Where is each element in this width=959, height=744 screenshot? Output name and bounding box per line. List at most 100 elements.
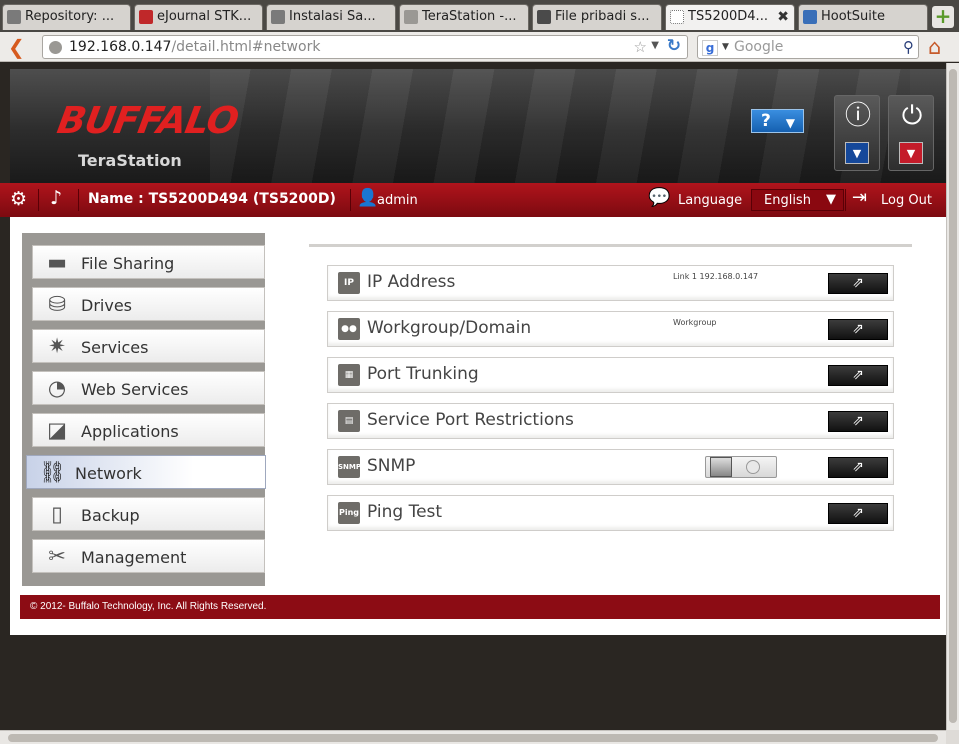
info-dropdown-button[interactable]: ▼: [845, 142, 869, 164]
sidebar-item-applications[interactable]: ◪ Applications: [32, 413, 265, 447]
row-label: Port Trunking: [367, 364, 479, 384]
tab-label: Instalasi Sa...: [289, 9, 376, 24]
power-panel[interactable]: ⏻ ▼: [888, 95, 934, 171]
copyright-text: © 2012- Buffalo Technology, Inc. All Rig…: [30, 601, 267, 612]
reload-icon[interactable]: ↻: [667, 36, 681, 56]
help-button[interactable]: ? ▼: [751, 109, 804, 133]
toolbar-divider: [350, 189, 351, 211]
url-bar[interactable]: 192.168.0.147/detail.html#network ☆ ▼ ↻: [42, 35, 688, 59]
folder-icon: ▬: [47, 250, 67, 274]
sidebar-item-label: Network: [75, 464, 142, 483]
row-info: Link 1 192.168.0.147: [673, 272, 759, 281]
services-icon: ✷: [48, 334, 66, 358]
management-icon: ✂: [48, 544, 66, 568]
network-row-snmp: SNMP SNMP ⇗: [327, 449, 894, 485]
sidebar-item-web-services[interactable]: ◔ Web Services: [32, 371, 265, 405]
sidebar-item-backup[interactable]: ▯ Backup: [32, 497, 265, 531]
snmp-icon: SNMP: [338, 456, 361, 478]
globe-icon: [49, 41, 62, 54]
page-favicon-icon: [7, 10, 21, 24]
horizontal-scrollbar[interactable]: [0, 730, 946, 744]
browser-nav-bar: ❮ 192.168.0.147/detail.html#network ☆ ▼ …: [0, 32, 959, 62]
url-dropdown-icon[interactable]: ▼: [651, 40, 659, 51]
open-workgroup-domain-button[interactable]: ⇗: [828, 319, 888, 340]
scrollbar-thumb[interactable]: [8, 734, 938, 742]
back-arrow-icon[interactable]: ❮: [8, 35, 25, 59]
info-icon[interactable]: ⓘ: [844, 102, 872, 130]
power-dropdown-button[interactable]: ▼: [899, 142, 923, 164]
tab-label: Repository: ...: [25, 9, 115, 24]
music-note-icon[interactable]: ♪: [50, 187, 62, 209]
network-row-workgroup-domain: ●● Workgroup/Domain Workgroup ⇗: [327, 311, 894, 347]
browser-tab-ejournal[interactable]: eJournal STK...: [134, 4, 263, 30]
applications-icon: ◪: [47, 418, 67, 442]
info-panel[interactable]: ⓘ ▼: [834, 95, 880, 171]
network-row-port-trunking: ▦ Port Trunking ⇗: [327, 357, 894, 393]
service-port-icon: ▤: [338, 410, 360, 432]
help-icon: ?: [761, 111, 771, 131]
workgroup-icon: ●●: [338, 318, 360, 340]
language-select[interactable]: English ▼: [751, 189, 844, 211]
sidebar-item-drives[interactable]: ⛁ Drives: [32, 287, 265, 321]
sidebar-item-label: Management: [81, 548, 187, 567]
vertical-scrollbar[interactable]: [946, 63, 959, 730]
language-value: English: [764, 193, 811, 208]
gear-icon[interactable]: ⚙: [10, 188, 27, 210]
url-path: /detail.html#network: [171, 39, 321, 55]
browser-tab-instalasi[interactable]: Instalasi Sa...: [266, 4, 396, 30]
open-port-trunking-button[interactable]: ⇗: [828, 365, 888, 386]
browser-tab-hootsuite[interactable]: HootSuite: [798, 4, 928, 30]
search-engine-dropdown-icon[interactable]: ▼: [722, 42, 729, 52]
chevron-down-icon: ▼: [826, 192, 836, 207]
google-icon[interactable]: g: [702, 40, 718, 56]
search-input[interactable]: Google: [734, 39, 783, 55]
chevron-down-icon: ▼: [785, 116, 795, 130]
sidebar-item-network[interactable]: ⛓ Network: [26, 455, 266, 489]
user-icon: 👤: [357, 188, 379, 208]
browser-tab-file-pribadi[interactable]: File pribadi s...: [532, 4, 662, 30]
logout-icon[interactable]: ⇥: [852, 187, 867, 208]
browser-tab-ts5200d4[interactable]: TS5200D4... ✖: [665, 4, 795, 30]
toggle-knob[interactable]: [710, 457, 732, 477]
sidebar-item-label: Backup: [81, 506, 140, 525]
open-ip-address-button[interactable]: ⇗: [828, 273, 888, 294]
browser-tab-terastation[interactable]: TeraStation -...: [399, 4, 529, 30]
browser-tab-bar: Repository: ... eJournal STK... Instalas…: [0, 0, 959, 32]
url-host: 192.168.0.147: [69, 39, 172, 55]
url-text: 192.168.0.147/detail.html#network: [69, 39, 320, 55]
open-service-port-restrictions-button[interactable]: ⇗: [828, 411, 888, 432]
sidebar-item-label: Drives: [81, 296, 132, 315]
sidebar: ▬ File Sharing ⛁ Drives ✷ Services ◔ Web…: [22, 233, 266, 586]
sidebar-item-services[interactable]: ✷ Services: [32, 329, 265, 363]
home-icon[interactable]: ⌂: [928, 35, 941, 59]
open-ping-test-button[interactable]: ⇗: [828, 503, 888, 524]
toolbar-divider: [38, 189, 39, 211]
toggle-off-indicator: [746, 460, 760, 474]
scrollbar-thumb[interactable]: [949, 69, 957, 723]
network-row-ip-address: IP IP Address Link 1 192.168.0.147 ⇗: [327, 265, 894, 301]
header-background: [210, 69, 910, 183]
network-row-service-port-restrictions: ▤ Service Port Restrictions ⇗: [327, 403, 894, 439]
app-header: BUFFALO TeraStation ? ▼ ⓘ ▼ ⏻ ▼: [10, 69, 946, 183]
port-trunking-icon: ▦: [338, 364, 360, 386]
search-icon[interactable]: ⚲: [903, 38, 914, 56]
close-tab-icon[interactable]: ✖: [777, 5, 789, 29]
toolbar-divider: [78, 189, 79, 211]
network-row-ping-test: Ping Ping Test ⇗: [327, 495, 894, 531]
sidebar-item-label: File Sharing: [81, 254, 175, 273]
ping-icon: Ping: [338, 502, 360, 524]
snmp-toggle[interactable]: [705, 456, 777, 478]
sidebar-item-label: Applications: [81, 422, 179, 441]
open-snmp-button[interactable]: ⇗: [828, 457, 888, 478]
page-favicon-icon: [139, 10, 153, 24]
sidebar-item-file-sharing[interactable]: ▬ File Sharing: [32, 245, 265, 279]
logout-link[interactable]: Log Out: [881, 193, 932, 208]
content-divider: [309, 244, 912, 247]
sidebar-item-management[interactable]: ✂ Management: [32, 539, 265, 573]
browser-tab-repository[interactable]: Repository: ...: [2, 4, 131, 30]
search-bar[interactable]: g ▼ Google ⚲: [697, 35, 919, 59]
tab-label: TS5200D4...: [688, 9, 768, 24]
power-icon[interactable]: ⏻: [898, 102, 926, 130]
new-tab-button[interactable]: +: [932, 6, 954, 28]
bookmark-star-icon[interactable]: ☆: [634, 38, 647, 56]
